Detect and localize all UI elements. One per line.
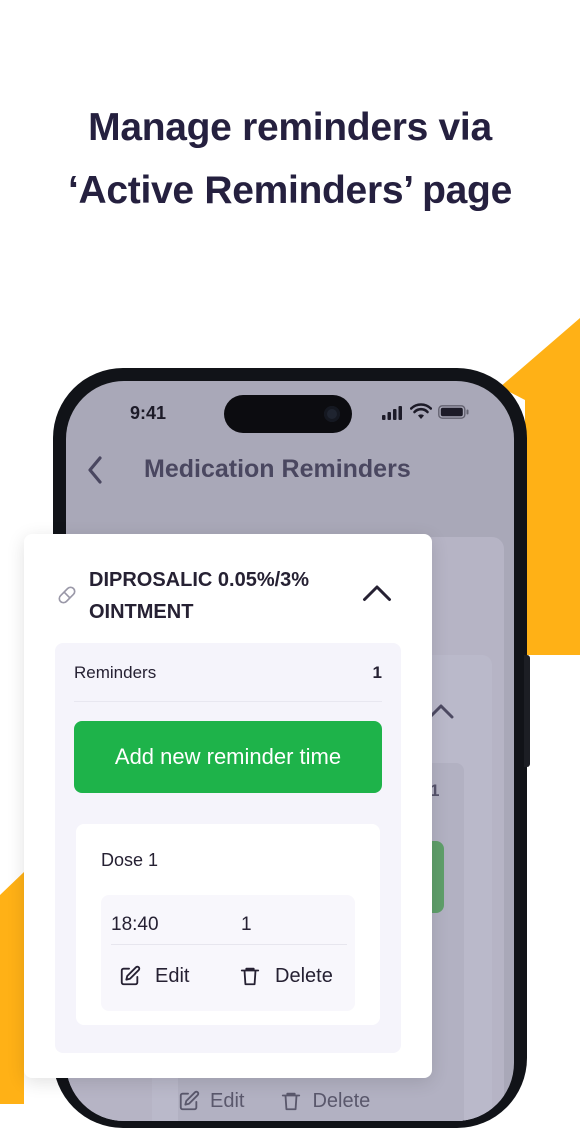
background-edit-label: Edit [210, 1089, 245, 1112]
edit-dose-button[interactable]: Edit [119, 957, 189, 995]
trash-icon [282, 1092, 301, 1111]
dose-details: 18:40 1 Edit Delete [101, 895, 355, 1011]
phone-side-button [524, 655, 530, 767]
collapse-button[interactable] [360, 580, 394, 606]
reminders-count: 1 [372, 663, 382, 682]
page-title: Medication Reminders [144, 455, 411, 483]
status-time: 9:41 [130, 403, 167, 423]
dose-time: 18:40 [111, 914, 159, 935]
status-bar: 9:41 [66, 381, 514, 441]
trash-icon [240, 967, 260, 986]
divider [111, 944, 347, 945]
background-edit: Edit [178, 1090, 244, 1113]
wifi-icon [410, 403, 432, 419]
add-reminder-button[interactable]: Add new reminder time [74, 721, 382, 793]
dose-quantity: 1 [241, 914, 252, 935]
delete-dose-button[interactable]: Delete [239, 957, 333, 995]
pill-icon [58, 586, 76, 604]
edit-icon [120, 965, 141, 986]
back-button[interactable] [82, 453, 108, 487]
headline: Manage reminders via ‘Active Reminders’ … [0, 96, 580, 222]
camera-icon [324, 406, 340, 422]
dynamic-island [224, 395, 352, 433]
chevron-up-icon [363, 585, 391, 601]
headline-line-2: ‘Active Reminders’ page [68, 169, 512, 212]
edit-label: Edit [155, 964, 190, 987]
chevron-left-icon [88, 456, 102, 484]
edit-icon [179, 1090, 200, 1111]
signal-icon [382, 406, 402, 420]
dose-card: Dose 1 18:40 1 Edit Delete [76, 824, 380, 1025]
headline-line-1: Manage reminders via [88, 106, 492, 149]
reminders-panel: Reminders 1 Add new reminder time Dose 1… [55, 643, 401, 1053]
dose-title: Dose 1 [101, 850, 159, 870]
medication-card: DIPROSALIC 0.05%/3% OINTMENT Reminders 1… [24, 534, 432, 1078]
divider [74, 701, 382, 702]
battery-icon [438, 405, 469, 419]
background-delete-label: Delete [312, 1089, 371, 1112]
reminders-label: Reminders [74, 663, 157, 682]
delete-label: Delete [275, 964, 333, 987]
background-dose-actions: Edit Delete [178, 1081, 498, 1121]
background-delete: Delete [280, 1090, 370, 1113]
medication-name: DIPROSALIC 0.05%/3% OINTMENT [89, 569, 310, 623]
